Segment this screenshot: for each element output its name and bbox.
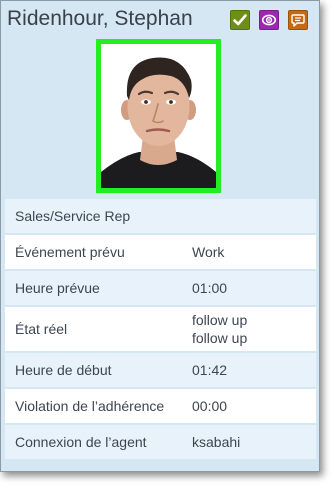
detail-label: Heure de début xyxy=(15,362,112,378)
detail-row-start-time: Heure de début 01:42 xyxy=(5,353,316,387)
detail-label: Événement prévu xyxy=(15,244,125,260)
detail-row-adherence-violation: Violation de l’adhérence 00:00 xyxy=(5,389,316,423)
chat-button[interactable] xyxy=(288,10,308,30)
detail-row-scheduled-event: Événement prévu Work xyxy=(5,235,316,269)
detail-label: Violation de l’adhérence xyxy=(15,398,165,414)
checkmark-icon xyxy=(233,14,247,26)
agent-details-list: Sales/Service Rep Événement prévu Work H… xyxy=(5,199,316,461)
agent-photo xyxy=(96,39,221,193)
chat-bubble-icon xyxy=(291,14,305,27)
monitor-button[interactable] xyxy=(259,10,279,30)
detail-value: 00:00 xyxy=(192,398,228,414)
detail-label: Connexion de l’agent xyxy=(15,434,147,450)
detail-row-actual-state: État réel follow up follow up xyxy=(5,307,316,351)
ready-button[interactable] xyxy=(230,10,250,30)
eye-icon xyxy=(261,14,277,26)
detail-value-line: follow up xyxy=(192,330,248,346)
detail-value: Work xyxy=(192,244,225,260)
agent-name: Ridenhour, Stephan xyxy=(7,7,193,30)
detail-value: ksabahi xyxy=(192,434,241,450)
agent-portrait-image xyxy=(101,44,216,188)
detail-value: follow up follow up xyxy=(192,311,247,347)
agent-card-header: Ridenhour, Stephan xyxy=(1,1,319,37)
agent-role-row: Sales/Service Rep xyxy=(5,199,316,233)
detail-label: État réel xyxy=(15,321,68,337)
detail-row-agent-login: Connexion de l’agent ksabahi xyxy=(5,425,316,459)
detail-value: 01:00 xyxy=(192,280,228,296)
agent-role: Sales/Service Rep xyxy=(15,208,131,224)
detail-value-line: follow up xyxy=(192,312,248,328)
agent-card: Ridenhour, Stephan Sales/Service Rep Évé… xyxy=(0,0,320,472)
detail-row-scheduled-time: Heure prévue 01:00 xyxy=(5,271,316,305)
detail-label: Heure prévue xyxy=(15,280,100,296)
detail-value: 01:42 xyxy=(192,362,228,378)
